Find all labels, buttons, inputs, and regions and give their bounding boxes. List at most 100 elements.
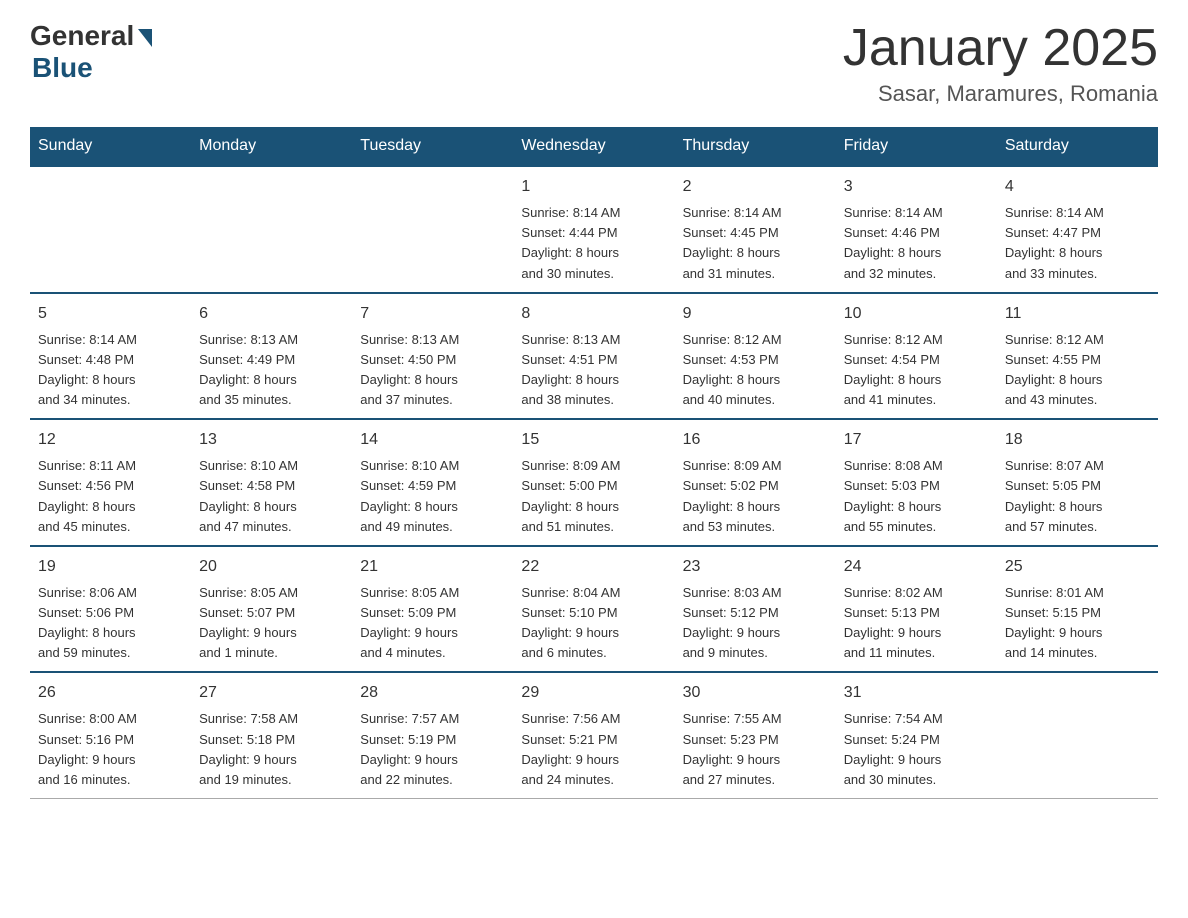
day-number: 9 [683, 302, 828, 326]
day-number: 10 [844, 302, 989, 326]
day-number: 18 [1005, 428, 1150, 452]
day-number: 24 [844, 555, 989, 579]
day-info: Sunrise: 8:14 AMSunset: 4:45 PMDaylight:… [683, 203, 828, 284]
day-number: 17 [844, 428, 989, 452]
calendar-cell: 25Sunrise: 8:01 AMSunset: 5:15 PMDayligh… [997, 546, 1158, 673]
calendar-header-row: SundayMondayTuesdayWednesdayThursdayFrid… [30, 127, 1158, 166]
day-info: Sunrise: 8:12 AMSunset: 4:54 PMDaylight:… [844, 330, 989, 411]
day-number: 11 [1005, 302, 1150, 326]
day-header-thursday: Thursday [675, 127, 836, 166]
calendar-cell: 14 Sunrise: 8:10 AMSunset: 4:59 PMDayligh… [352, 419, 513, 546]
day-number: 15 [521, 428, 666, 452]
day-number: 5 [38, 302, 183, 326]
day-info: Sunrise: 7:58 AMSunset: 5:18 PMDaylight:… [199, 709, 344, 790]
day-number: 16 [683, 428, 828, 452]
logo-general-text: General [30, 20, 134, 52]
calendar-cell: 5 Sunrise: 8:14 AMSunset: 4:48 PMDaylight… [30, 293, 191, 420]
day-info: Sunrise: 8:11 AMSunset: 4:56 PMDaylight:… [38, 456, 183, 537]
day-info: Sunrise: 7:56 AMSunset: 5:21 PMDaylight:… [521, 709, 666, 790]
calendar-cell: 6 Sunrise: 8:13 AMSunset: 4:49 PMDaylight… [191, 293, 352, 420]
day-info: Sunrise: 8:06 AMSunset: 5:06 PMDaylight:… [38, 583, 183, 664]
calendar-cell: 9 Sunrise: 8:12 AMSunset: 4:53 PMDaylight… [675, 293, 836, 420]
day-number: 8 [521, 302, 666, 326]
day-number: 7 [360, 302, 505, 326]
calendar-cell: 19 Sunrise: 8:06 AMSunset: 5:06 PMDayligh… [30, 546, 191, 673]
day-info: Sunrise: 8:04 AMSunset: 5:10 PMDaylight:… [521, 583, 666, 664]
day-header-sunday: Sunday [30, 127, 191, 166]
day-number: 29 [521, 681, 666, 705]
logo-arrow-icon [138, 29, 152, 47]
day-number: 13 [199, 428, 344, 452]
calendar-week-row: 12 Sunrise: 8:11 AMSunset: 4:56 PMDayligh… [30, 419, 1158, 546]
day-info: Sunrise: 7:54 AMSunset: 5:24 PMDaylight:… [844, 709, 989, 790]
calendar-cell: 27 Sunrise: 7:58 AMSunset: 5:18 PMDayligh… [191, 672, 352, 798]
calendar-cell: 11Sunrise: 8:12 AMSunset: 4:55 PMDayligh… [997, 293, 1158, 420]
calendar-cell [997, 672, 1158, 798]
day-number: 31 [844, 681, 989, 705]
day-number: 19 [38, 555, 183, 579]
calendar-cell: 21 Sunrise: 8:05 AMSunset: 5:09 PMDayligh… [352, 546, 513, 673]
day-info: Sunrise: 7:55 AMSunset: 5:23 PMDaylight:… [683, 709, 828, 790]
calendar-week-row: 19 Sunrise: 8:06 AMSunset: 5:06 PMDayligh… [30, 546, 1158, 673]
calendar-cell: 3 Sunrise: 8:14 AMSunset: 4:46 PMDaylight… [836, 166, 997, 293]
calendar-cell: 22 Sunrise: 8:04 AMSunset: 5:10 PMDayligh… [513, 546, 674, 673]
day-number: 12 [38, 428, 183, 452]
day-info: Sunrise: 8:07 AMSunset: 5:05 PMDaylight:… [1005, 456, 1150, 537]
day-number: 30 [683, 681, 828, 705]
calendar-subtitle: Sasar, Maramures, Romania [843, 81, 1158, 107]
logo-blue-text: Blue [32, 52, 93, 84]
calendar-cell: 28 Sunrise: 7:57 AMSunset: 5:19 PMDayligh… [352, 672, 513, 798]
day-number: 4 [1005, 175, 1150, 199]
day-info: Sunrise: 8:05 AMSunset: 5:09 PMDaylight:… [360, 583, 505, 664]
calendar-cell [191, 166, 352, 293]
calendar-title: January 2025 [843, 20, 1158, 77]
day-number: 28 [360, 681, 505, 705]
day-info: Sunrise: 8:13 AMSunset: 4:50 PMDaylight:… [360, 330, 505, 411]
day-info: Sunrise: 8:14 AMSunset: 4:46 PMDaylight:… [844, 203, 989, 284]
day-number: 20 [199, 555, 344, 579]
day-info: Sunrise: 8:01 AMSunset: 5:15 PMDaylight:… [1005, 583, 1150, 664]
calendar-cell: 18 Sunrise: 8:07 AMSunset: 5:05 PMDayligh… [997, 419, 1158, 546]
calendar-cell: 13 Sunrise: 8:10 AMSunset: 4:58 PMDayligh… [191, 419, 352, 546]
calendar-cell: 23 Sunrise: 8:03 AMSunset: 5:12 PMDayligh… [675, 546, 836, 673]
day-info: Sunrise: 8:12 AMSunset: 4:53 PMDaylight:… [683, 330, 828, 411]
day-info: Sunrise: 8:03 AMSunset: 5:12 PMDaylight:… [683, 583, 828, 664]
day-info: Sunrise: 8:02 AMSunset: 5:13 PMDaylight:… [844, 583, 989, 664]
day-number: 26 [38, 681, 183, 705]
day-info: Sunrise: 8:14 AMSunset: 4:44 PMDaylight:… [521, 203, 666, 284]
day-info: Sunrise: 8:14 AMSunset: 4:48 PMDaylight:… [38, 330, 183, 411]
day-info: Sunrise: 8:08 AMSunset: 5:03 PMDaylight:… [844, 456, 989, 537]
day-number: 21 [360, 555, 505, 579]
day-number: 27 [199, 681, 344, 705]
calendar-cell: 29 Sunrise: 7:56 AMSunset: 5:21 PMDayligh… [513, 672, 674, 798]
day-number: 23 [683, 555, 828, 579]
day-number: 6 [199, 302, 344, 326]
day-number: 22 [521, 555, 666, 579]
day-info: Sunrise: 8:13 AMSunset: 4:49 PMDaylight:… [199, 330, 344, 411]
calendar-cell: 12 Sunrise: 8:11 AMSunset: 4:56 PMDayligh… [30, 419, 191, 546]
calendar-cell: 4Sunrise: 8:14 AMSunset: 4:47 PMDaylight… [997, 166, 1158, 293]
day-header-monday: Monday [191, 127, 352, 166]
day-info: Sunrise: 8:09 AMSunset: 5:02 PMDaylight:… [683, 456, 828, 537]
calendar-cell: 2 Sunrise: 8:14 AMSunset: 4:45 PMDaylight… [675, 166, 836, 293]
title-section: January 2025 Sasar, Maramures, Romania [843, 20, 1158, 107]
page-header: General Blue January 2025 Sasar, Maramur… [30, 20, 1158, 107]
day-info: Sunrise: 7:57 AMSunset: 5:19 PMDaylight:… [360, 709, 505, 790]
day-number: 3 [844, 175, 989, 199]
calendar-cell: 24 Sunrise: 8:02 AMSunset: 5:13 PMDayligh… [836, 546, 997, 673]
day-header-friday: Friday [836, 127, 997, 166]
day-info: Sunrise: 8:10 AMSunset: 4:59 PMDaylight:… [360, 456, 505, 537]
logo: General Blue [30, 20, 152, 84]
calendar-cell [30, 166, 191, 293]
calendar-cell: 30 Sunrise: 7:55 AMSunset: 5:23 PMDayligh… [675, 672, 836, 798]
calendar-cell: 20Sunrise: 8:05 AMSunset: 5:07 PMDayligh… [191, 546, 352, 673]
day-header-saturday: Saturday [997, 127, 1158, 166]
calendar-cell: 15Sunrise: 8:09 AMSunset: 5:00 PMDayligh… [513, 419, 674, 546]
day-number: 2 [683, 175, 828, 199]
calendar-week-row: 1Sunrise: 8:14 AMSunset: 4:44 PMDaylight… [30, 166, 1158, 293]
day-info: Sunrise: 8:10 AMSunset: 4:58 PMDaylight:… [199, 456, 344, 537]
calendar-week-row: 26Sunrise: 8:00 AMSunset: 5:16 PMDayligh… [30, 672, 1158, 798]
calendar-cell: 10 Sunrise: 8:12 AMSunset: 4:54 PMDayligh… [836, 293, 997, 420]
calendar-cell: 7 Sunrise: 8:13 AMSunset: 4:50 PMDaylight… [352, 293, 513, 420]
day-number: 14 [360, 428, 505, 452]
